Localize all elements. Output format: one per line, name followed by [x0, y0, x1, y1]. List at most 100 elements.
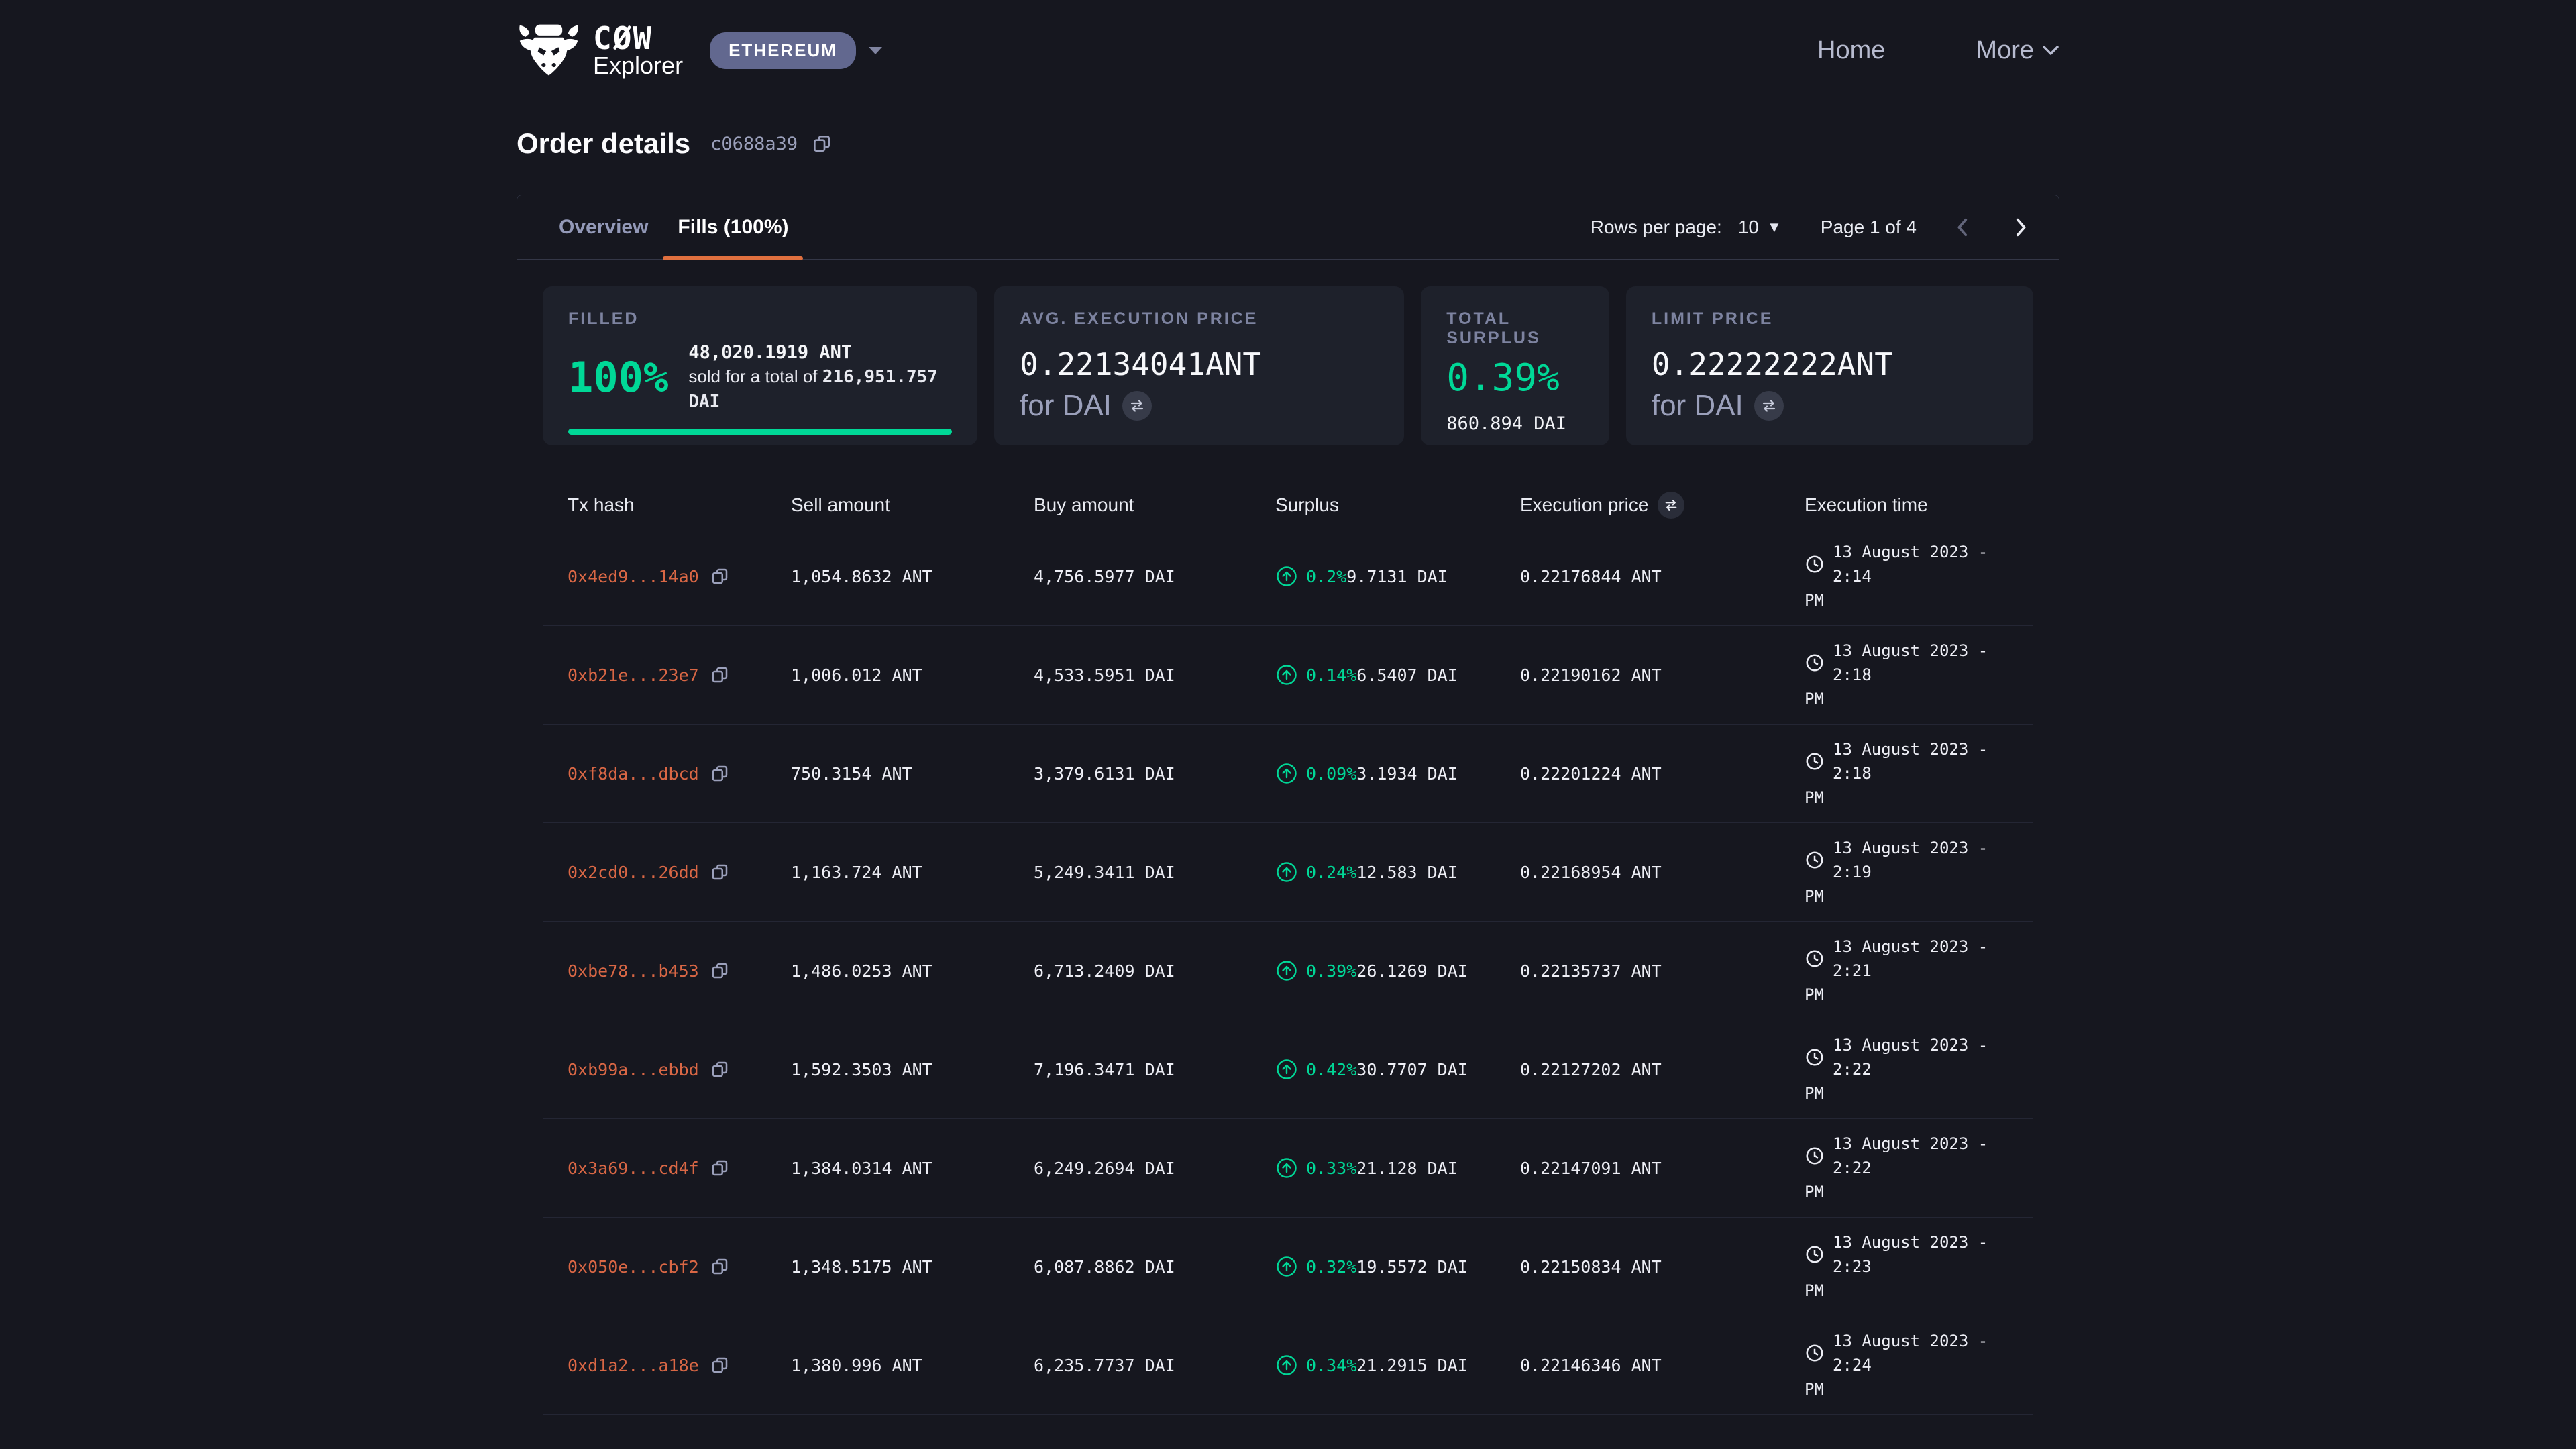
buy-amount: 5,249.3411 DAI [1034, 863, 1275, 882]
tab-fills[interactable]: Fills (100%) [663, 195, 803, 260]
copy-icon[interactable] [710, 763, 730, 784]
tx-hash-link[interactable]: 0xbe78...b453 [568, 961, 699, 981]
execution-price: 0.22127202 ANT [1520, 1060, 1805, 1079]
nav-home-link[interactable]: Home [1817, 36, 1885, 65]
tab-overview[interactable]: Overview [544, 195, 663, 260]
surplus-amount: 21.128 DAI [1356, 1159, 1458, 1178]
clock-icon [1805, 554, 1825, 574]
execution-price: 0.22147091 ANT [1520, 1159, 1805, 1178]
filled-card: FILLED 100% 48,020.1919 ANT sold for a t… [543, 286, 977, 445]
execution-time-line1: 13 August 2023 - 2:19 [1833, 836, 2033, 884]
arrow-up-circle-icon [1275, 1157, 1298, 1179]
arrow-up-circle-icon [1275, 1354, 1298, 1377]
page-indicator: Page 1 of 4 [1821, 217, 1917, 238]
arrow-up-circle-icon [1275, 1058, 1298, 1081]
swap-icon[interactable] [1754, 391, 1784, 421]
clock-icon [1805, 1047, 1825, 1067]
more-chevron-down-icon [2042, 45, 2059, 56]
copy-icon[interactable] [710, 1158, 730, 1178]
tx-hash-link[interactable]: 0xf8da...dbcd [568, 764, 699, 784]
execution-time-line1: 13 August 2023 - 2:14 [1833, 540, 2033, 588]
buy-amount: 6,235.7737 DAI [1034, 1356, 1275, 1375]
column-tx-hash: Tx hash [568, 494, 791, 516]
execution-time: 13 August 2023 - 2:22 PM [1805, 1132, 2033, 1205]
page-title-row: Order details c0688a39 [517, 127, 2059, 160]
tx-hash-link[interactable]: 0xb99a...ebbd [568, 1060, 699, 1079]
avg-price-label: AVG. EXECUTION PRICE [1020, 309, 1379, 329]
execution-time-line1: 13 August 2023 - 2:21 [1833, 934, 2033, 983]
limit-price-value: 0.22222222ANT [1652, 346, 2008, 382]
copy-icon[interactable] [710, 665, 730, 685]
nav-more-link[interactable]: More [1976, 36, 2059, 65]
execution-time: 13 August 2023 - 2:23 PM [1805, 1230, 2033, 1303]
execution-price: 0.22201224 ANT [1520, 764, 1805, 784]
buy-amount: 7,196.3471 DAI [1034, 1060, 1275, 1079]
order-panel: Overview Fills (100%) Rows per page: 10 … [517, 195, 2059, 1449]
network-chevron-down-icon[interactable] [867, 44, 884, 56]
buy-amount: 4,756.5977 DAI [1034, 567, 1275, 586]
page-title: Order details [517, 127, 690, 160]
surplus-amount: 3.1934 DAI [1356, 764, 1458, 784]
execution-time-line2: PM [1805, 788, 1824, 807]
copy-icon[interactable] [710, 1059, 730, 1079]
surplus-percent: 0.33% [1306, 1159, 1356, 1178]
table-row: 0x3a69...cd4f 1,384.0314 ANT 6,249.2694 … [543, 1119, 2033, 1218]
avg-execution-price-card: AVG. EXECUTION PRICE 0.22134041ANT for D… [994, 286, 1404, 445]
limit-price-unit: for DAI [1652, 389, 1743, 423]
table-row: 0xb99a...ebbd 1,592.3503 ANT 7,196.3471 … [543, 1020, 2033, 1119]
app-header: CØW Explorer ETHEREUM Home More [0, 0, 2576, 101]
rows-per-page-caret-icon: ▼ [1767, 219, 1782, 236]
tx-hash-link[interactable]: 0x050e...cbf2 [568, 1257, 699, 1277]
surplus-percent: 0.09% [1306, 764, 1356, 784]
tx-hash-link[interactable]: 0xb21e...23e7 [568, 665, 699, 685]
copy-icon[interactable] [710, 862, 730, 882]
execution-price: 0.22150834 ANT [1520, 1257, 1805, 1277]
filled-sold-total: sold for a total of 216,951.757 DAI [688, 366, 938, 411]
clock-icon [1805, 949, 1825, 969]
execution-time-line1: 13 August 2023 - 2:23 [1833, 1230, 2033, 1279]
brand-product: Explorer [593, 52, 683, 79]
copy-icon[interactable] [710, 566, 730, 586]
tx-hash-link[interactable]: 0xd1a2...a18e [568, 1356, 699, 1375]
surplus-percent: 0.24% [1306, 863, 1356, 882]
avg-price-unit: for DAI [1020, 389, 1112, 423]
chevron-left-icon[interactable] [1951, 216, 1974, 239]
copy-icon[interactable] [710, 961, 730, 981]
table-row: 0x050e...cbf2 1,348.5175 ANT 6,087.8862 … [543, 1218, 2033, 1316]
copy-icon[interactable] [710, 1256, 730, 1277]
buy-amount: 3,379.6131 DAI [1034, 764, 1275, 784]
limit-price-card: LIMIT PRICE 0.22222222ANT for DAI [1626, 286, 2033, 445]
clock-icon [1805, 751, 1825, 771]
sell-amount: 750.3154 ANT [791, 764, 1034, 784]
network-badge[interactable]: ETHEREUM [710, 32, 856, 69]
arrow-up-circle-icon [1275, 861, 1298, 883]
execution-time-line1: 13 August 2023 - 2:18 [1833, 737, 2033, 786]
table-row: 0xb21e...23e7 1,006.012 ANT 4,533.5951 D… [543, 626, 2033, 724]
copy-icon[interactable] [811, 133, 833, 154]
execution-time-line2: PM [1805, 1084, 1824, 1103]
column-surplus: Surplus [1275, 494, 1520, 516]
execution-price: 0.22176844 ANT [1520, 567, 1805, 586]
swap-icon[interactable] [1122, 391, 1152, 421]
copy-icon[interactable] [710, 1355, 730, 1375]
brand-wordmark: CØW [593, 20, 653, 56]
cow-logo-icon [517, 23, 581, 78]
buy-amount: 6,713.2409 DAI [1034, 961, 1275, 981]
swap-icon[interactable] [1658, 492, 1684, 519]
sell-amount: 1,348.5175 ANT [791, 1257, 1034, 1277]
total-surplus-amount: 860.894 DAI [1446, 413, 1584, 434]
column-execution-price: Execution price [1520, 492, 1805, 519]
execution-time-line2: PM [1805, 690, 1824, 708]
rows-per-page-select[interactable]: 10 ▼ [1738, 217, 1782, 238]
surplus-percent: 0.2% [1306, 567, 1346, 586]
chevron-right-icon[interactable] [2009, 216, 2032, 239]
clock-icon [1805, 1244, 1825, 1265]
tx-hash-link[interactable]: 0x2cd0...26dd [568, 863, 699, 882]
tx-hash-link[interactable]: 0x3a69...cd4f [568, 1159, 699, 1178]
table-row: 0xbe78...b453 1,486.0253 ANT 6,713.2409 … [543, 922, 2033, 1020]
table-row: 0xf8da...dbcd 750.3154 ANT 3,379.6131 DA… [543, 724, 2033, 823]
execution-time: 13 August 2023 - 2:14 PM [1805, 540, 2033, 613]
execution-time: 13 August 2023 - 2:19 PM [1805, 836, 2033, 909]
tx-hash-link[interactable]: 0x4ed9...14a0 [568, 567, 699, 586]
brand[interactable]: CØW Explorer [517, 23, 683, 78]
